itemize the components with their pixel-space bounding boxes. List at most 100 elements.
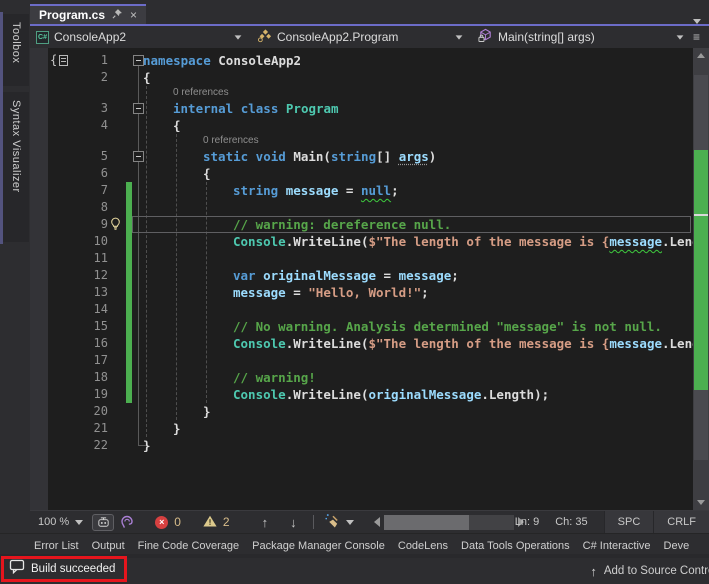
sidebar-tab-label: Syntax Visualizer: [10, 100, 22, 193]
panel-tab-c-interactive[interactable]: C# Interactive: [583, 540, 651, 552]
copilot-robot-icon[interactable]: [92, 514, 114, 531]
change-bar: [126, 335, 132, 352]
code-text: var originalMessage = message;: [233, 267, 459, 284]
code-line-14[interactable]: 14: [30, 301, 693, 318]
warning-count: 2: [223, 515, 230, 529]
code-line-17[interactable]: 17: [30, 352, 693, 369]
line-ending-indicator[interactable]: CRLF: [653, 511, 709, 533]
code-line-1[interactable]: 1namespace ConsoleApp2: [30, 52, 693, 69]
column-indicator: Ch: 35: [555, 516, 587, 528]
code-line-13[interactable]: 13 message = "Hello, World!";: [30, 284, 693, 301]
navigation-bar: C# ConsoleApp2 ConsoleApp2.Program Main(…: [30, 26, 709, 48]
member-dropdown[interactable]: Main(string[] args): [472, 26, 693, 48]
code-line-6[interactable]: 6{: [30, 165, 693, 182]
change-bar: [126, 199, 132, 216]
code-line-7[interactable]: 7string message = null;: [30, 182, 693, 199]
code-cleanup-button[interactable]: [324, 513, 354, 531]
divider: [313, 515, 314, 529]
project-dropdown[interactable]: C# ConsoleApp2: [30, 26, 251, 48]
line-number: 13: [30, 284, 108, 301]
code-line-10[interactable]: 10Console.WriteLine($"The length of the …: [30, 233, 693, 250]
code-line-3[interactable]: 3internal class Program: [30, 100, 693, 117]
error-indicator[interactable]: × 0: [155, 515, 181, 529]
code-line-15[interactable]: 15// No warning. Analysis determined "me…: [30, 318, 693, 335]
codelens-references[interactable]: 0 references: [173, 86, 229, 100]
code-text: {: [173, 117, 181, 134]
panel-tab-deve[interactable]: Deve: [664, 540, 690, 552]
code-line-12[interactable]: 12 var originalMessage = message;: [30, 267, 693, 284]
code-line-4[interactable]: 4{: [30, 117, 693, 134]
change-bar: [126, 250, 132, 267]
pin-icon[interactable]: [112, 6, 123, 24]
line-number: 16: [30, 335, 108, 352]
fold-toggle-icon[interactable]: [133, 103, 144, 114]
line-number: 12: [30, 267, 108, 284]
change-bar: [126, 318, 132, 335]
horizontal-scrollbar[interactable]: [374, 515, 524, 530]
broom-icon: [324, 513, 341, 531]
line-number: 5: [30, 148, 108, 165]
panel-tab-data-tools-operations[interactable]: Data Tools Operations: [461, 540, 570, 552]
code-line-9[interactable]: 9// warning: dereference null.: [30, 216, 693, 233]
zoom-select[interactable]: 100 %: [38, 516, 83, 528]
code-editor[interactable]: { 1namespace ConsoleApp22{0 references3i…: [30, 48, 709, 510]
spaces-indicator[interactable]: SPC: [604, 511, 654, 533]
scrollbar-thumb[interactable]: [384, 515, 470, 530]
panel-tab-codelens[interactable]: CodeLens: [398, 540, 448, 552]
visual-studio-window: Toolbox Syntax Visualizer Program.cs × C…: [0, 0, 709, 584]
warning-indicator[interactable]: 2: [203, 515, 230, 530]
fold-toggle-icon[interactable]: [133, 151, 144, 162]
scrollbar-track[interactable]: [384, 515, 514, 530]
error-count: 0: [174, 515, 181, 529]
tab-program-cs[interactable]: Program.cs ×: [30, 4, 146, 24]
close-icon[interactable]: ×: [130, 9, 137, 21]
sidebar-tab-toolbox[interactable]: Toolbox: [3, 14, 29, 86]
code-line-5[interactable]: 5 static void Main(string[] args): [30, 148, 693, 165]
panel-tab-fine-code-coverage[interactable]: Fine Code Coverage: [138, 540, 240, 552]
code-text: Console.WriteLine(originalMessage.Length…: [233, 386, 549, 403]
code-line-22[interactable]: 22}: [30, 437, 693, 454]
copilot-listen-icon[interactable]: [119, 514, 135, 530]
status-bar: Build succeeded ↑ Add to Source Control: [0, 558, 709, 584]
code-line-11[interactable]: 11: [30, 250, 693, 267]
code-line-16[interactable]: 16Console.WriteLine($"The length of the …: [30, 335, 693, 352]
type-dropdown[interactable]: ConsoleApp2.Program: [251, 26, 472, 48]
change-bar: [126, 301, 132, 318]
code-line-18[interactable]: 18// warning!: [30, 369, 693, 386]
code-line-21[interactable]: 21}: [30, 420, 693, 437]
navbar-options-icon[interactable]: ≡: [693, 26, 709, 48]
sidebar-tab-syntax-visualizer[interactable]: Syntax Visualizer: [3, 92, 29, 242]
code-line-2[interactable]: 2{: [30, 69, 693, 86]
add-to-source-control[interactable]: ↑ Add to Source Control: [590, 558, 709, 584]
next-issue-icon[interactable]: ↓: [290, 515, 297, 530]
code-text: // No warning. Analysis determined "mess…: [233, 318, 662, 335]
code-text: }: [173, 420, 181, 437]
line-number: 8: [30, 199, 108, 216]
panel-tab-error-list[interactable]: Error List: [34, 540, 79, 552]
panel-tab-package-manager-console[interactable]: Package Manager Console: [252, 540, 385, 552]
lightbulb-icon[interactable]: [109, 217, 123, 231]
code-text: static void Main(string[] args): [203, 148, 436, 165]
up-arrow-icon: ↑: [590, 564, 597, 579]
code-line-20[interactable]: 20}: [30, 403, 693, 420]
code-text: Console.WriteLine($"The length of the me…: [233, 233, 693, 250]
vertical-scrollbar[interactable]: [693, 48, 709, 510]
code-text: // warning!: [233, 369, 316, 386]
member-dropdown-label: Main(string[] args): [498, 30, 595, 44]
codelens-row[interactable]: 0 references: [30, 134, 693, 148]
code-line-8[interactable]: 8: [30, 199, 693, 216]
code-text: message = "Hello, World!";: [233, 284, 429, 301]
code-line-19[interactable]: 19Console.WriteLine(originalMessage.Leng…: [30, 386, 693, 403]
previous-issue-icon[interactable]: ↑: [262, 515, 269, 530]
chevron-down-icon: [677, 35, 684, 39]
codelens-row[interactable]: 0 references: [30, 86, 693, 100]
scroll-left-icon[interactable]: [374, 517, 380, 527]
chevron-down-icon: [235, 35, 242, 39]
left-tool-tabs: Toolbox Syntax Visualizer: [0, 0, 30, 533]
scroll-down-icon[interactable]: [697, 500, 705, 505]
change-bar: [126, 182, 132, 199]
codelens-references[interactable]: 0 references: [203, 134, 259, 148]
panel-tab-output[interactable]: Output: [92, 540, 125, 552]
line-number: 1: [30, 52, 108, 69]
scroll-up-icon[interactable]: [697, 53, 705, 58]
